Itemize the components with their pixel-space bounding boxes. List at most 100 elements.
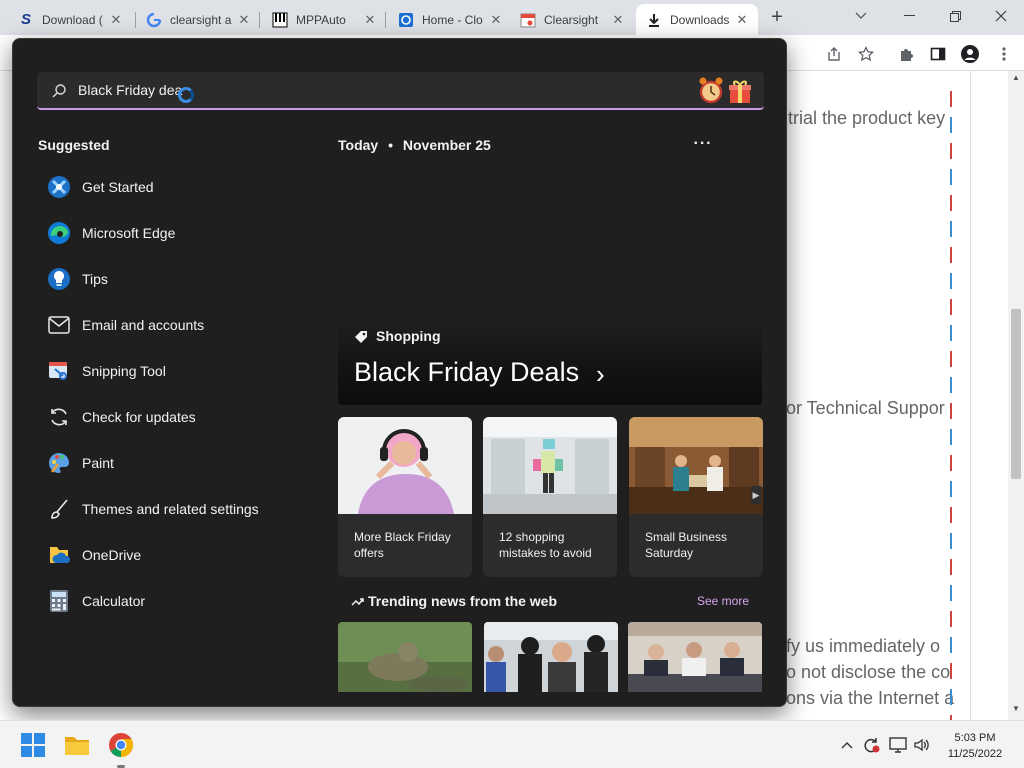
suggested-app-snipping-tool[interactable]: Snipping Tool [46,355,166,387]
suggested-app-themes-settings[interactable]: Themes and related settings [46,493,259,525]
refresh-icon [46,404,72,430]
tab-clearsight-search[interactable]: clearsight a ✕ [136,4,260,35]
scroll-down-icon[interactable]: ▼ [1008,704,1024,718]
border-dash [950,299,952,315]
search-input[interactable]: Black Friday dea [78,82,182,98]
file-explorer-icon[interactable] [64,732,90,758]
snipping-tool-icon [46,358,72,384]
border-dash [950,611,952,627]
tab-search-chevron-icon[interactable] [838,0,884,32]
tab-downloads[interactable]: Downloads ✕ [636,4,758,35]
border-dash [950,169,952,185]
page-frame-line [970,71,971,720]
suggested-app-edge[interactable]: Microsoft Edge [46,217,175,249]
close-tab-icon[interactable]: ✕ [610,12,626,28]
tab-home[interactable]: Home - Clo ✕ [388,4,512,35]
close-window-button[interactable] [978,0,1024,32]
tab-clearsight[interactable]: Clearsight ✕ [510,4,634,35]
show-hidden-icons-chevron-icon[interactable] [838,736,856,754]
border-dash [950,429,952,445]
border-dash [950,247,952,263]
page-scrollbar[interactable]: ▲ ▼ [1008,71,1024,720]
chrome-icon[interactable] [108,732,134,758]
clock-date: 11/25/2022 [947,748,1003,760]
tab-download[interactable]: S Download ( ✕ [8,4,132,35]
suggested-app-calculator[interactable]: Calculator [46,585,145,617]
side-panel-icon[interactable] [928,44,948,64]
share-icon[interactable] [824,44,844,64]
app-label: Tips [82,271,108,287]
minimize-button[interactable] [886,0,932,32]
tab-title: Clearsight [544,12,599,27]
card-title: More Black Friday offers [354,530,451,560]
close-tab-icon[interactable]: ✕ [108,12,124,28]
bullet: • [388,137,393,153]
trending-news-image[interactable] [338,622,472,692]
more-options-button[interactable]: ··· [693,135,713,152]
start-menu: Black Friday dea Suggested Get Started M… [12,38,787,707]
see-more-link[interactable]: See more [697,594,749,608]
sync-alert-icon[interactable] [862,736,880,754]
start-search-box[interactable]: Black Friday dea [37,72,764,110]
suggested-app-check-updates[interactable]: Check for updates [46,401,196,433]
border-dash [950,559,952,575]
page-text-line: o not disclose the co [786,662,951,682]
app-label: OneDrive [82,547,142,563]
black-friday-hero-card[interactable]: Shopping Black Friday Deals › [338,321,762,405]
bookmark-star-icon[interactable] [856,44,876,64]
border-dash [950,325,952,341]
price-tag-icon [354,330,368,344]
news-card-more-offers[interactable]: More Black Friday offers [338,417,472,577]
volume-icon[interactable] [913,736,931,754]
suggested-app-get-started[interactable]: Get Started [46,171,154,203]
extensions-puzzle-icon[interactable] [896,44,916,64]
chrome-menu-icon[interactable] [994,44,1014,64]
news-card-shopping-mistakes[interactable]: 12 shopping mistakes to avoid [483,417,617,577]
close-tab-icon[interactable]: ✕ [236,12,252,28]
trending-title: Trending news from the web [368,593,558,609]
skype-s-icon: S [20,11,31,28]
display-icon[interactable] [889,736,907,754]
trending-news-image[interactable] [628,622,762,692]
profile-avatar-icon[interactable] [960,44,980,64]
taskbar-clock[interactable]: 5:03 PM 11/25/2022 [943,730,1007,762]
restore-button[interactable] [932,0,978,32]
app-label: Paint [82,455,114,471]
border-dash [950,221,952,237]
border-dash [950,403,952,419]
tab-title: Download ( [42,12,103,27]
tab-title: Home - Clo [422,12,483,27]
border-dash [950,481,952,497]
close-tab-icon[interactable]: ✕ [488,12,504,28]
app-label: Check for updates [82,409,196,425]
taskbar: 5:03 PM 11/25/2022 [0,720,1024,768]
scrollbar-thumb[interactable] [1011,309,1021,479]
page-text-line: ons via the Internet a [786,688,955,708]
trending-heading: Trending news from the web [351,593,557,609]
border-dash [950,455,952,471]
tab-title: Downloads [670,12,730,27]
news-card-small-business[interactable]: Small Business Saturday [629,417,763,577]
trending-news-image[interactable] [484,622,618,692]
search-icon [51,83,67,99]
suggested-app-onedrive[interactable]: OneDrive [46,539,141,571]
trending-arrow-icon [351,593,364,609]
app-label: Microsoft Edge [82,225,176,241]
close-tab-icon[interactable]: ✕ [734,12,750,28]
new-tab-button[interactable]: + [766,7,788,29]
suggested-app-paint[interactable]: Paint [46,447,114,479]
suggested-app-email-accounts[interactable]: Email and accounts [46,309,204,341]
close-tab-icon[interactable]: ✕ [362,12,378,28]
gift-icon [728,78,752,104]
scroll-up-icon[interactable]: ▲ [1008,73,1024,87]
windows-start-icon[interactable] [20,732,46,758]
border-dash [950,377,952,393]
next-card-chevron-icon[interactable]: ▶ [751,486,761,504]
app-label: Get Started [82,179,154,195]
today-date: November 25 [402,137,491,153]
suggested-app-tips[interactable]: Tips [46,263,108,295]
border-dash [950,351,952,367]
card-image [483,417,617,514]
tab-mppauto[interactable]: MPPAuto ✕ [262,4,386,35]
border-dash [950,533,952,549]
